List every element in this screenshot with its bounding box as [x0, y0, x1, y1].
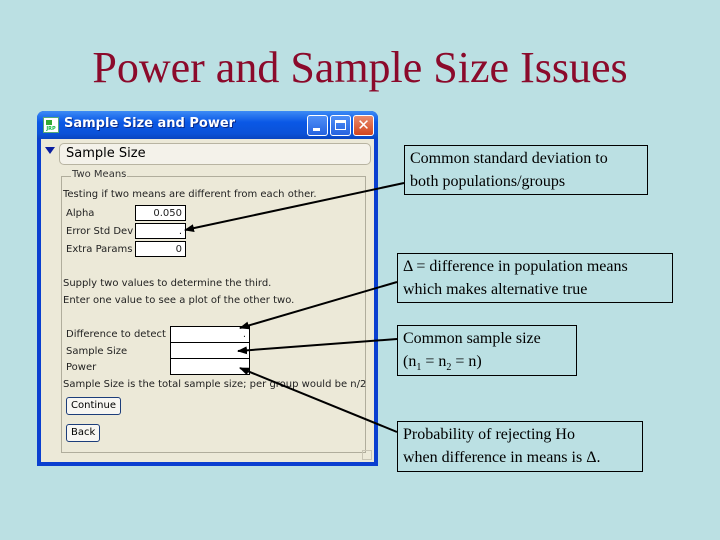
callout-sample-size-line2: (n1 = n2 = n): [403, 350, 572, 373]
minimize-button[interactable]: [307, 115, 328, 136]
continue-button[interactable]: Continue: [66, 397, 121, 415]
difference-label: Difference to detect: [66, 329, 166, 340]
slide-title: Power and Sample Size Issues: [92, 43, 628, 92]
difference-field[interactable]: .: [170, 326, 250, 343]
instruction-line-2: Enter one value to see a plot of the oth…: [63, 295, 295, 306]
eq-n-text: = n: [421, 353, 447, 370]
callout-sample-size: Common sample size (n1 = n2 = n): [397, 325, 577, 376]
resize-grip[interactable]: [362, 450, 372, 460]
outline-header-label: Sample Size: [66, 146, 146, 161]
extra-params-field[interactable]: 0: [135, 241, 186, 257]
callout-power: Probability of rejecting Ho when differe…: [397, 421, 643, 472]
callout-power-line1: Probability of rejecting Ho: [403, 426, 575, 443]
window-client-area: Sample Size Two Means Testing if two mea…: [41, 139, 374, 462]
window-title: Sample Size and Power: [64, 116, 236, 131]
callout-difference: Δ = difference in population means which…: [397, 253, 673, 303]
close-button[interactable]: ✕: [353, 115, 374, 136]
eq-n-close-text: = n): [451, 353, 482, 370]
power-label: Power: [66, 362, 97, 373]
callout-power-line2: when difference in means is Δ.: [403, 449, 601, 466]
sample-size-power-window: Sample Size and Power ✕ Sample Size Two …: [37, 111, 378, 466]
alpha-label: Alpha: [66, 208, 95, 219]
maximize-button[interactable]: [330, 115, 351, 136]
jmp-app-icon: [43, 117, 59, 133]
callout-difference-line1: Δ = difference in population means: [403, 258, 628, 275]
callout-std-dev-line2: both populations/groups: [410, 173, 566, 190]
callout-std-dev: Common standard deviation to both popula…: [404, 145, 648, 195]
test-description: Testing if two means are different from …: [63, 189, 317, 200]
callout-sample-size-line1: Common sample size: [403, 330, 541, 347]
instruction-line-1: Supply two values to determine the third…: [63, 278, 272, 289]
sample-size-note: Sample Size is the total sample size; pe…: [63, 379, 367, 390]
groupbox-label: Two Means: [71, 169, 128, 180]
power-field[interactable]: [170, 358, 250, 375]
back-button[interactable]: Back: [66, 424, 101, 442]
callout-std-dev-line1: Common standard deviation to: [410, 150, 608, 167]
extra-params-label: Extra Params: [66, 244, 133, 255]
sample-size-field[interactable]: .: [170, 342, 250, 359]
error-std-dev-label: Error Std Dev: [66, 226, 134, 237]
outline-header-sample-size[interactable]: Sample Size: [59, 143, 371, 165]
window-titlebar[interactable]: Sample Size and Power ✕: [37, 111, 378, 139]
alpha-field[interactable]: 0.050: [135, 205, 186, 221]
n-text: (n: [403, 353, 417, 370]
callout-difference-line2: which makes alternative true: [403, 281, 588, 298]
disclosure-triangle-icon[interactable]: [45, 147, 55, 154]
error-std-dev-field[interactable]: .: [135, 223, 186, 239]
sample-size-label: Sample Size: [66, 346, 128, 357]
